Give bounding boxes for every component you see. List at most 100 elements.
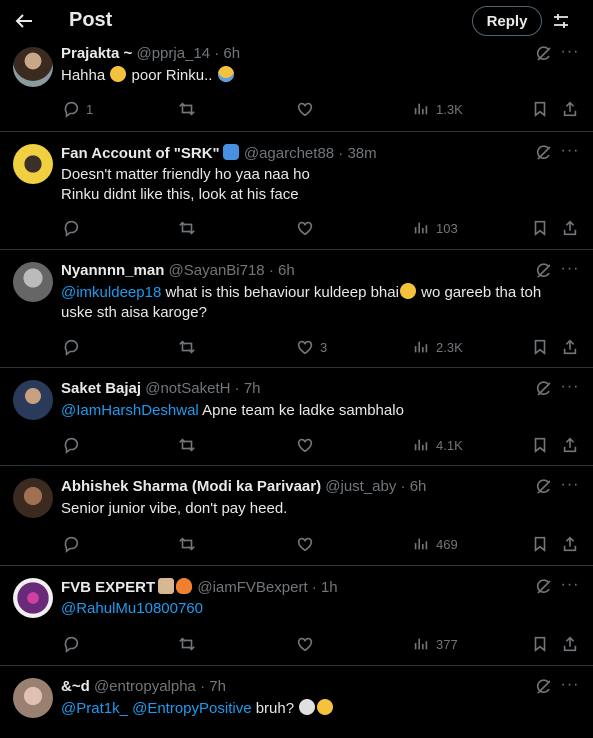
mention-link[interactable]: @IamHarshDeshwal [61,402,199,419]
avatar[interactable] [13,47,53,87]
avatar[interactable] [13,144,53,184]
bookmark-action[interactable] [531,435,549,455]
more-options-icon[interactable]: ··· [560,44,580,64]
author-handle[interactable]: @notSaketH · 7h [145,380,260,397]
bookmark-action[interactable] [531,337,549,357]
avatar[interactable] [13,678,53,718]
llama-emoji-icon [158,578,175,594]
author-name[interactable]: Saket Bajaj [61,380,141,397]
more-options-icon[interactable]: ··· [560,261,580,281]
share-action[interactable] [561,435,579,455]
comment-icon [64,101,79,118]
author-name[interactable]: Fan Account of "SRK" [61,145,220,162]
reply-action[interactable] [62,218,80,238]
author-handle[interactable]: @iamFVBexpert · 1h [197,579,337,596]
post-text: Hahha poor Rinku.. [61,66,571,86]
bookmark-action[interactable] [531,534,549,554]
author-handle[interactable]: @SayanBi718 · 6h [169,262,295,279]
back-arrow-icon[interactable] [10,7,38,35]
repost-action[interactable] [178,218,196,238]
author-name[interactable]: Nyannnn_man [61,262,164,279]
grok-icon[interactable] [535,380,553,398]
reply-post[interactable]: FVB EXPERT @iamFVBexpert · 1h ··· @Rahul… [0,566,593,666]
like-action[interactable] [296,99,314,119]
repost-action[interactable] [178,435,196,455]
reply-action[interactable] [62,435,80,455]
reply-action[interactable]: 1 [62,99,93,119]
author-name[interactable]: Prajakta ~ [61,45,132,62]
comment-icon [64,339,79,356]
avatar[interactable] [13,578,53,618]
reply-action[interactable] [62,337,80,357]
bookmark-action[interactable] [531,99,549,119]
mention-link[interactable]: @Prat1k_ [61,700,128,717]
reply-post[interactable]: Nyannnn_man @SayanBi718 · 6h ··· @imkuld… [0,250,593,368]
mention-link[interactable]: @RahulMu10800760 [61,600,203,617]
grok-icon[interactable] [535,144,553,162]
views-action[interactable]: 469 [412,534,458,554]
more-options-icon[interactable]: ··· [560,677,580,697]
author-name[interactable]: &~d [61,678,90,695]
grok-icon[interactable] [535,678,553,696]
unamused-emoji-icon [317,699,334,715]
reply-button[interactable]: Reply [472,6,542,36]
bar-chart-icon [414,638,428,650]
share-action[interactable] [561,337,579,357]
more-options-icon[interactable]: ··· [560,577,580,597]
reply-post[interactable]: Abhishek Sharma (Modi ka Parivaar) @just… [0,466,593,566]
repost-action[interactable] [178,99,196,119]
avatar[interactable] [13,262,53,302]
bookmark-action[interactable] [531,634,549,654]
grok-icon[interactable] [535,45,553,63]
reply-post[interactable]: Fan Account of "SRK" @agarchet88 · 38m ·… [0,132,593,250]
author-handle[interactable]: @agarchet88 · 38m [244,145,377,162]
heart-icon [297,102,313,117]
like-action[interactable] [296,218,314,238]
views-action[interactable]: 2.3K [412,337,463,357]
author-name[interactable]: FVB EXPERT [61,579,155,596]
more-options-icon[interactable]: ··· [560,477,580,497]
bookmark-action[interactable] [531,218,549,238]
like-action[interactable] [296,435,314,455]
more-options-icon[interactable]: ··· [560,379,580,399]
like-action[interactable] [296,634,314,654]
author-handle[interactable]: @entropyalpha · 7h [94,678,226,695]
views-action[interactable]: 377 [412,634,458,654]
share-action[interactable] [561,634,579,654]
avatar[interactable] [13,478,53,518]
repost-action[interactable] [178,337,196,357]
reply-post[interactable]: Prajakta ~ @pprja_14 · 6h ··· Hahha poor… [0,42,593,132]
bookmark-icon [534,636,546,652]
mention-link[interactable]: @imkuldeep18 [61,284,161,301]
author-handle[interactable]: @pprja_14 · 6h [136,45,240,62]
top-bar: Post Reply [0,0,593,42]
share-icon [563,437,577,453]
repost-action[interactable] [178,534,196,554]
sliders-icon[interactable] [548,8,574,34]
reply-action[interactable] [62,534,80,554]
views-action[interactable]: 1.3K [412,99,463,119]
author-name[interactable]: Abhishek Sharma (Modi ka Parivaar) [61,478,321,495]
like-action[interactable]: 3 [296,337,327,357]
grok-icon[interactable] [535,578,553,596]
avatar[interactable] [13,380,53,420]
share-action[interactable] [561,99,579,119]
share-action[interactable] [561,218,579,238]
more-options-icon[interactable]: ··· [560,143,580,163]
views-action[interactable]: 103 [412,218,458,238]
reply-post[interactable]: &~d @entropyalpha · 7h ··· @Prat1k_ @Ent… [0,666,593,738]
author-handle[interactable]: @just_aby · 6h [325,478,426,495]
grok-icon[interactable] [535,262,553,280]
reply-post[interactable]: Saket Bajaj @notSaketH · 7h ··· @IamHars… [0,368,593,466]
reply-action[interactable] [62,634,80,654]
like-action[interactable] [296,534,314,554]
views-action[interactable]: 4.1K [412,435,463,455]
share-action[interactable] [561,534,579,554]
skull-emoji-icon [299,699,316,715]
crying-emoji-icon [217,66,234,82]
repost-icon [179,102,195,116]
grok-icon[interactable] [535,478,553,496]
comment-icon [64,536,79,553]
mention-link[interactable]: @EntropyPositive [132,700,251,717]
repost-action[interactable] [178,634,196,654]
